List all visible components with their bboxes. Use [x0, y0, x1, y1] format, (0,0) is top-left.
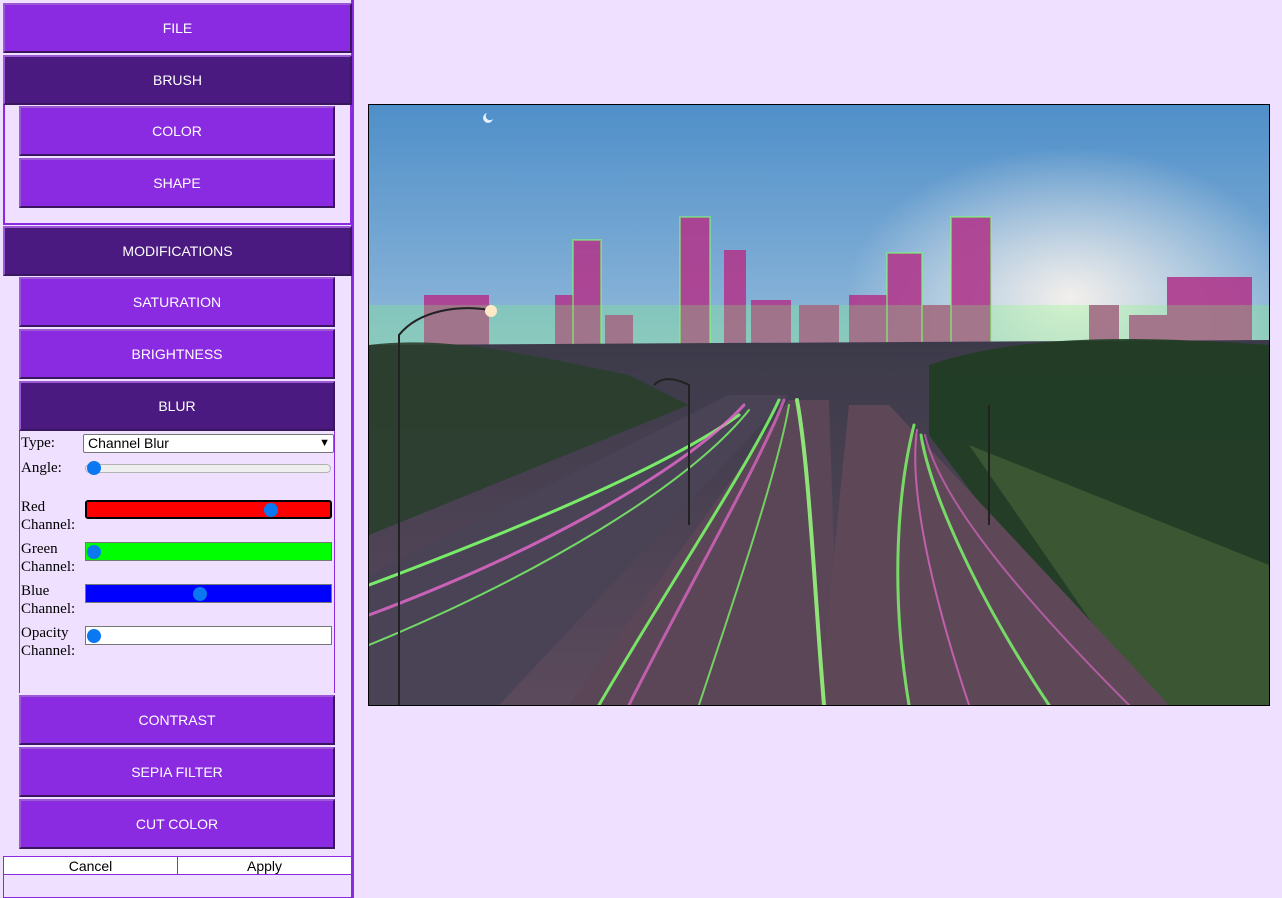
saturation-button[interactable]: SATURATION	[19, 277, 335, 327]
green-channel-label-2: Channel:	[21, 559, 76, 575]
brightness-button[interactable]: BRIGHTNESS	[19, 329, 335, 379]
blur-type-value: Channel Blur	[88, 435, 169, 451]
opacity-channel-slider-thumb[interactable]	[87, 629, 101, 643]
green-channel-label-1: Green	[21, 541, 58, 557]
angle-label: Angle:	[21, 460, 62, 476]
type-label: Type:	[21, 435, 55, 451]
green-channel-slider-thumb[interactable]	[87, 545, 101, 559]
angle-slider-thumb[interactable]	[87, 461, 101, 475]
blue-channel-label-1: Blue	[21, 583, 50, 599]
green-channel-slider[interactable]	[85, 542, 332, 561]
red-channel-label-2: Channel:	[21, 517, 76, 533]
blur-button[interactable]: BLUR	[19, 381, 335, 431]
sepia-filter-button[interactable]: SEPIA FILTER	[19, 747, 335, 797]
sidebar-footer	[3, 875, 352, 898]
modifications-menu-button[interactable]: MODIFICATIONS	[3, 226, 352, 276]
angle-slider[interactable]	[85, 461, 331, 475]
blue-channel-slider[interactable]	[85, 584, 332, 603]
opacity-channel-label-1: Opacity	[21, 625, 69, 641]
brush-menu-button[interactable]: BRUSH	[3, 55, 352, 105]
city-highway-photo	[369, 105, 1269, 705]
cancel-button[interactable]: Cancel	[3, 856, 178, 875]
apply-button[interactable]: Apply	[177, 856, 352, 875]
blur-type-select[interactable]: Channel Blur ▼	[83, 434, 334, 453]
color-button[interactable]: COLOR	[19, 106, 335, 156]
red-channel-slider-thumb[interactable]	[264, 503, 279, 517]
chevron-down-icon: ▼	[319, 437, 330, 449]
red-channel-slider[interactable]	[85, 500, 332, 519]
image-canvas[interactable]	[368, 104, 1270, 706]
contrast-button[interactable]: CONTRAST	[19, 695, 335, 745]
opacity-channel-label-2: Channel:	[21, 643, 76, 659]
opacity-channel-slider[interactable]	[85, 626, 332, 645]
sidebar: FILE BRUSH COLOR SHAPE MODIFICATIONS SAT…	[0, 0, 354, 898]
blue-channel-label-2: Channel:	[21, 601, 76, 617]
red-channel-label-1: Red	[21, 499, 46, 515]
cut-color-button[interactable]: CUT COLOR	[19, 799, 335, 849]
file-menu-button[interactable]: FILE	[3, 3, 352, 53]
shape-button[interactable]: SHAPE	[19, 158, 335, 208]
blue-channel-slider-thumb[interactable]	[193, 587, 208, 601]
